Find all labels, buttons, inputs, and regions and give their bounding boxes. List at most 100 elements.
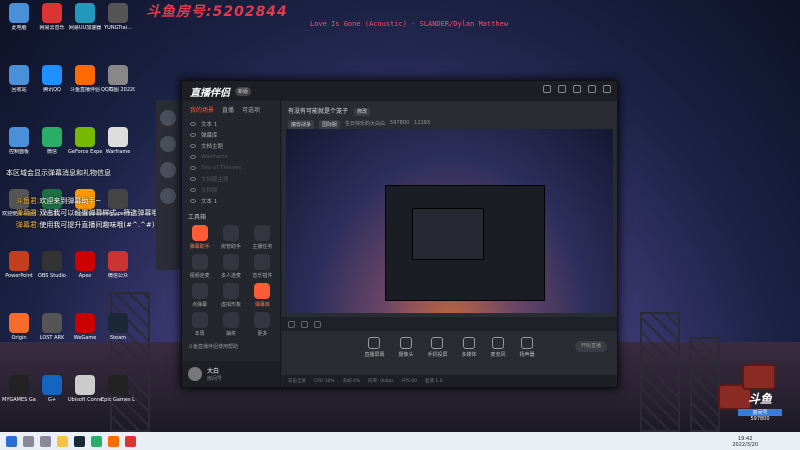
maximize-icon[interactable] — [588, 85, 596, 93]
desktop-icon[interactable]: 斗鱼直播伴侣 — [68, 65, 102, 93]
source-button[interactable]: 多媒体 — [462, 337, 477, 358]
scene-item[interactable]: 弹幕库 — [182, 129, 280, 140]
scene-item[interactable]: 文本 1 — [182, 195, 280, 206]
music-icon[interactable] — [125, 435, 136, 447]
download-icon[interactable] — [160, 188, 176, 204]
explorer-icon[interactable] — [57, 435, 68, 447]
start-icon[interactable] — [6, 435, 17, 447]
tool-item[interactable]: 多人连麦 — [215, 254, 246, 279]
settings-icon[interactable] — [558, 85, 566, 93]
desktop-icon[interactable]: 腾讯QQ — [35, 65, 69, 93]
desktop-icon[interactable]: OBS Studio — [35, 251, 69, 279]
desktop-icon[interactable]: MYGAMES GameCenter — [2, 375, 36, 403]
refresh-icon[interactable] — [288, 320, 295, 328]
chat-text: 使用我可提升直播间趣味哦(#^.^#) — [39, 221, 155, 229]
tool-item[interactable]: 音乐插件 — [247, 254, 278, 279]
desktop-icon[interactable]: 微信公众 — [101, 251, 135, 279]
scene-item[interactable]: 文档版主题 — [182, 173, 280, 184]
douyu-icon[interactable] — [108, 435, 119, 447]
scene-item[interactable]: 文档版 — [182, 184, 280, 195]
edit-title-button[interactable]: 修改 — [353, 108, 370, 116]
version-badge[interactable]: 新版 — [235, 86, 252, 96]
tool-item[interactable]: 本周 — [184, 312, 215, 337]
source-button[interactable]: 直播屏幕 — [364, 337, 384, 358]
stream-preview[interactable] — [286, 129, 613, 313]
scene-item[interactable]: 文本 1 — [182, 118, 280, 129]
scene-label: 文本 1 — [201, 198, 218, 205]
discord-icon[interactable] — [160, 110, 176, 126]
scene-tabs: 我的场景 直播 可选项 — [182, 101, 280, 118]
app-icon — [42, 127, 62, 147]
tab-scenes[interactable]: 我的场景 — [190, 105, 214, 114]
scene-item[interactable]: Sea of Thieves — [182, 162, 280, 173]
tab-options[interactable]: 可选项 — [242, 105, 260, 114]
tool-item[interactable]: 主播任务 — [247, 225, 278, 250]
tool-label: 音乐插件 — [252, 273, 273, 279]
room-meta-item: 597800 — [390, 120, 410, 126]
desktop-icon[interactable]: Epic Games Launcher — [101, 375, 135, 403]
tool-item[interactable]: 弹幕助手 — [184, 225, 215, 250]
desktop-icon[interactable]: Apex — [68, 251, 102, 279]
room-meta-item[interactable]: 魔兽战争 — [288, 120, 315, 129]
wechat-icon[interactable] — [91, 435, 102, 447]
minimize-icon[interactable] — [573, 85, 581, 93]
desktop-icon[interactable]: 网易UU加速器 — [68, 3, 102, 31]
source-button[interactable]: 麦克风 — [491, 337, 506, 358]
scene-item[interactable]: Warframe — [182, 151, 280, 162]
fullscreen-icon[interactable] — [314, 320, 321, 328]
taskbar-clock[interactable]: 19:42 2022/3/20 — [732, 436, 758, 448]
avatar-icon[interactable] — [160, 136, 176, 152]
desktop-icon[interactable]: 此电脑 — [2, 3, 36, 31]
desktop-icon[interactable]: Ubisoft Connect — [68, 375, 102, 403]
eye-icon[interactable] — [190, 143, 196, 148]
desktop-icon[interactable]: GeForce Experience — [68, 127, 102, 155]
mail-icon[interactable] — [543, 85, 551, 93]
tool-item[interactable]: 虚拟形象 — [215, 283, 246, 308]
source-button[interactable]: 摄像头 — [398, 337, 413, 358]
desktop-icon[interactable]: Warframe — [101, 127, 135, 155]
tool-item[interactable]: 更多 — [247, 312, 278, 337]
tool-item[interactable]: 抽奖 — [215, 312, 246, 337]
source-button[interactable]: 扬声器 — [520, 337, 535, 358]
eye-icon[interactable] — [190, 165, 196, 170]
room-meta-item[interactable]: 国际服 — [319, 120, 341, 129]
desktop-icon[interactable]: QQ截图 20220315... — [101, 65, 135, 93]
desktop-icon[interactable]: PowerPoint — [2, 251, 36, 279]
source-button[interactable]: 手机投屏 — [427, 337, 448, 358]
tool-item[interactable]: 点弹幕 — [184, 283, 215, 308]
desktop-icon[interactable]: 控制面板 — [2, 127, 36, 155]
desktop-icon[interactable]: 微信 — [35, 127, 69, 155]
tab-live[interactable]: 直播 — [222, 105, 234, 114]
desktop-icon[interactable]: WeGame — [68, 313, 102, 341]
taskview-icon[interactable] — [40, 435, 51, 447]
eye-icon[interactable] — [190, 187, 196, 192]
tool-item[interactable]: 视频连麦 — [184, 254, 215, 279]
desktop-icon[interactable]: Origin — [2, 313, 36, 341]
search-icon[interactable] — [23, 435, 34, 447]
desktop-icon[interactable]: 回收站 — [2, 65, 36, 93]
start-live-button[interactable]: 开始直播 — [575, 341, 607, 352]
chat-text: 欢迎来到弹幕助手~ — [39, 197, 102, 205]
add-icon[interactable] — [160, 162, 176, 178]
tool-item[interactable]: 房管助手 — [215, 225, 246, 250]
eye-icon[interactable] — [190, 121, 196, 126]
eye-icon[interactable] — [190, 198, 196, 203]
status-item: FPS 60 — [401, 378, 417, 384]
desktop-icon[interactable]: LOST ARK — [35, 313, 69, 341]
rotate-icon[interactable] — [301, 320, 308, 328]
help-tip[interactable]: 斗鱼直播伴侣使用帮助 — [182, 339, 280, 354]
desktop-icon[interactable]: 网易云音乐 — [35, 3, 69, 31]
douyu-logo: 斗鱼 — [747, 392, 772, 406]
steam-icon[interactable] — [74, 435, 85, 447]
desktop-icon[interactable]: YUNGTrai... — [101, 3, 135, 31]
avatar[interactable] — [188, 367, 202, 381]
tool-item[interactable]: 弹幕库 — [247, 283, 278, 308]
desktop-icon[interactable]: G+ — [35, 375, 69, 403]
eye-icon[interactable] — [190, 176, 196, 181]
desktop-icon[interactable]: Steam — [101, 313, 135, 341]
eye-icon[interactable] — [190, 154, 196, 159]
close-icon[interactable] — [603, 85, 611, 93]
tool-icon — [191, 283, 208, 299]
eye-icon[interactable] — [190, 132, 196, 137]
scene-item[interactable]: 文档主题 — [182, 140, 280, 151]
